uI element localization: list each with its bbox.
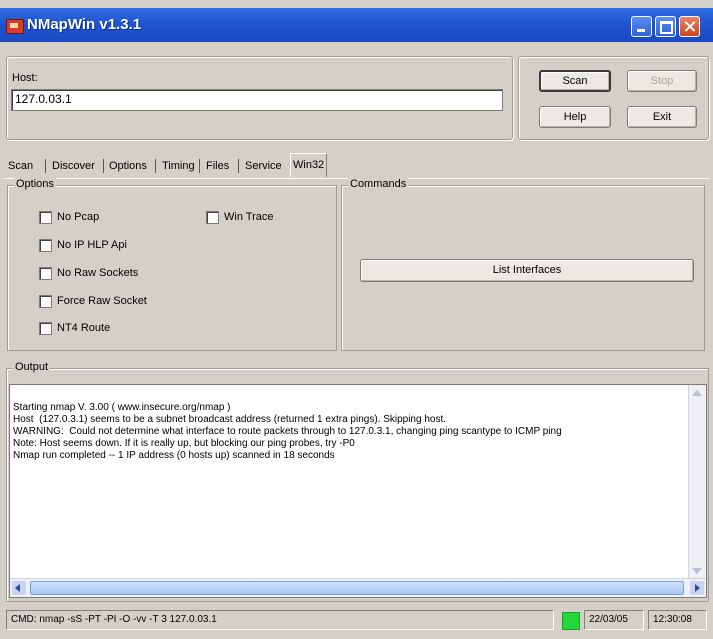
- tab-separator: [103, 159, 104, 173]
- options-group-title: Options: [14, 178, 56, 190]
- output-line: Note: Host seems down. If it is really u…: [13, 438, 355, 449]
- no-pcap-label: No Pcap: [57, 211, 100, 223]
- output-line: WARNING: Could not determine what interf…: [13, 426, 562, 437]
- scroll-thumb[interactable]: [30, 581, 684, 595]
- tab-discover[interactable]: Discover: [52, 156, 95, 176]
- status-time: 12:30:08: [648, 610, 707, 630]
- commands-group: Commands List Interfaces: [341, 178, 705, 351]
- title-bar[interactable]: NMapWin v1.3.1: [0, 8, 713, 42]
- checkbox-box[interactable]: [39, 267, 52, 280]
- host-panel: Host: 127.0.03.1: [6, 56, 513, 140]
- scan-button[interactable]: Scan: [539, 70, 611, 92]
- output-textarea[interactable]: Starting nmap V. 3.00 ( www.insecure.org…: [9, 384, 707, 598]
- output-title: Output: [13, 361, 51, 373]
- vertical-scrollbar[interactable]: [688, 385, 706, 579]
- checkbox-box[interactable]: [39, 295, 52, 308]
- stop-button[interactable]: Stop: [627, 70, 697, 92]
- checkbox-box[interactable]: [206, 211, 219, 224]
- output-group: Output Starting nmap V. 3.00 ( www.insec…: [4, 360, 709, 602]
- horizontal-scrollbar[interactable]: [10, 578, 706, 597]
- checkbox-box[interactable]: [39, 239, 52, 252]
- command-line-status: CMD: nmap -sS -PT -PI -O -vv -T 3 127.0.…: [6, 610, 554, 630]
- output-line: Host (127.0.3.1) seems to be a subnet br…: [13, 414, 447, 425]
- checkbox-box[interactable]: [39, 211, 52, 224]
- output-line: Nmap run completed -- 1 IP address (0 ho…: [13, 450, 335, 461]
- commands-group-title: Commands: [348, 178, 409, 190]
- tab-separator: [199, 159, 200, 173]
- scroll-up-icon[interactable]: [692, 390, 702, 396]
- host-input[interactable]: 127.0.03.1: [11, 89, 503, 111]
- tab-separator: [45, 159, 46, 173]
- win32-tab-panel: Options No Pcap Win Trace No IP HLP Api …: [4, 178, 709, 351]
- exit-button[interactable]: Exit: [627, 106, 697, 128]
- status-bar: CMD: nmap -sS -PT -PI -O -vv -T 3 127.0.…: [4, 608, 709, 632]
- status-indicator: [562, 612, 580, 630]
- tab-separator: [238, 159, 239, 173]
- no-ip-hlp-api-label: No IP HLP Api: [57, 239, 127, 251]
- maximize-button[interactable]: [655, 16, 676, 37]
- output-log: Starting nmap V. 3.00 ( www.insecure.org…: [13, 402, 687, 462]
- action-buttons-panel: Scan Stop Help Exit: [518, 56, 709, 140]
- output-line: Starting nmap V. 3.00 ( www.insecure.org…: [13, 402, 231, 413]
- scroll-left-icon[interactable]: [12, 581, 26, 595]
- tab-options[interactable]: Options: [109, 156, 147, 176]
- options-group: Options No Pcap Win Trace No IP HLP Api …: [7, 178, 337, 351]
- host-label: Host:: [12, 72, 38, 84]
- tab-timing[interactable]: Timing: [162, 156, 195, 176]
- list-interfaces-button[interactable]: List Interfaces: [360, 259, 694, 282]
- win-trace-label: Win Trace: [224, 211, 274, 223]
- status-date: 22/03/05: [584, 610, 644, 630]
- app-icon: [6, 19, 24, 34]
- tab-service[interactable]: Service: [245, 156, 282, 176]
- no-raw-sockets-label: No Raw Sockets: [57, 267, 139, 279]
- tab-separator: [155, 159, 156, 173]
- tab-win32[interactable]: Win32: [290, 153, 328, 177]
- force-raw-socket-label: Force Raw Socket: [57, 295, 147, 307]
- scroll-down-icon[interactable]: [692, 568, 702, 574]
- minimize-button[interactable]: [631, 16, 652, 37]
- scroll-right-icon[interactable]: [690, 581, 704, 595]
- tab-files[interactable]: Files: [206, 156, 229, 176]
- tab-scan[interactable]: Scan: [8, 156, 33, 176]
- checkbox-box[interactable]: [39, 322, 52, 335]
- nt4-route-label: NT4 Route: [57, 322, 111, 334]
- close-button[interactable]: [679, 16, 700, 37]
- help-button[interactable]: Help: [539, 106, 611, 128]
- window-title: NMapWin v1.3.1: [27, 16, 142, 33]
